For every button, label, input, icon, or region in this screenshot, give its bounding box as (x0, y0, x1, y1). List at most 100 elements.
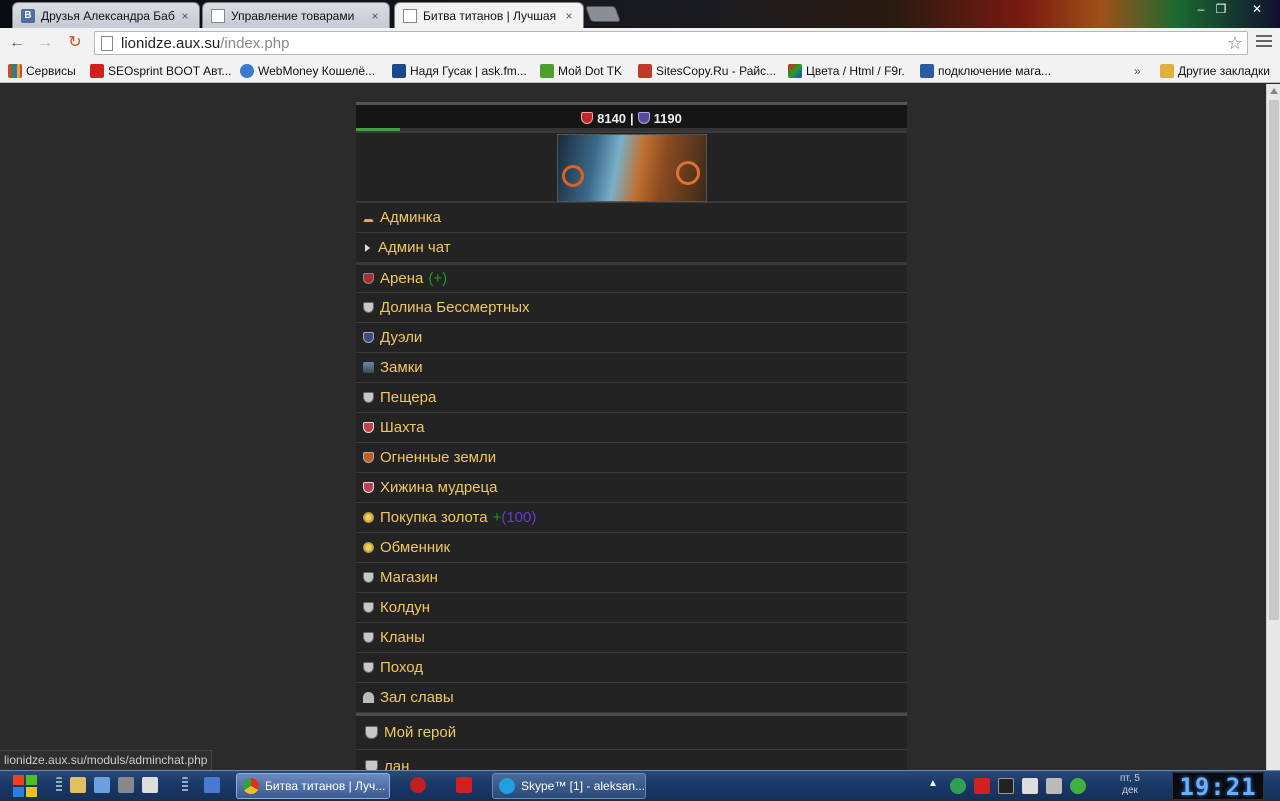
fire-shield-icon (363, 452, 374, 463)
resource-bar: 8140 | 1190 (356, 105, 907, 131)
block-icon[interactable] (410, 777, 426, 793)
valley-shield-icon (363, 302, 374, 313)
menu-item-label: Кланы (380, 629, 425, 646)
bookmark-sitescopy[interactable]: SitesCopy.Ru - Райс... (638, 62, 776, 79)
menu-item[interactable]: Огненные земли (356, 443, 907, 473)
tab-close-icon[interactable]: × (369, 9, 381, 23)
bookmark-shop-connect[interactable]: подключение мага... (920, 62, 1051, 79)
clock[interactable]: 19:21 (1172, 772, 1264, 801)
menu-item[interactable]: лан (356, 750, 907, 770)
menu-item-label: Обменник (380, 539, 451, 556)
bookmark-star-icon[interactable]: ☆ (1227, 32, 1243, 54)
chrome-icon (243, 778, 259, 794)
bookmark-webmoney[interactable]: WebMoney Кошелё... (240, 62, 375, 79)
menu-item[interactable]: Покупка золота + (100) (356, 503, 907, 533)
status-bubble: lionidze.aux.su/moduls/adminchat.php (0, 750, 213, 770)
forward-button[interactable]: → (34, 33, 56, 53)
tray-monitor-icon[interactable] (998, 778, 1014, 794)
menu-item-label: Мой герой (384, 724, 457, 741)
castle-icon (363, 362, 374, 373)
clans-shield-icon (363, 632, 374, 643)
bookmark-askfm[interactable]: Надя Гусак | ask.fm... (392, 62, 527, 79)
task-chrome[interactable]: Битва титанов | Луч... (236, 773, 390, 799)
menu-item[interactable]: Зал славы (356, 683, 907, 713)
tab-close-icon[interactable]: × (563, 9, 575, 23)
game-banner-image (557, 134, 707, 202)
download-icon[interactable] (94, 777, 110, 793)
tab-title: Друзья Александра Баби (41, 8, 175, 23)
mine-shield-icon (363, 422, 374, 433)
menu-item[interactable]: Админ чат (356, 233, 907, 263)
arrow-icon (365, 243, 370, 252)
bookmarks-bar: Сервисы SEOsprint BOOT Авт... WebMoney К… (0, 58, 1280, 83)
menu-item[interactable]: Поход (356, 653, 907, 683)
exchange-coin-icon (363, 542, 374, 553)
tab-product-management[interactable]: Управление товарами × (202, 2, 390, 28)
menu-item[interactable]: Замки (356, 353, 907, 383)
scrollbar-thumb[interactable] (1269, 100, 1279, 620)
tab-close-icon[interactable]: × (179, 9, 191, 23)
taskbar-grip-icon (182, 777, 188, 793)
address-bar[interactable]: lionidze.aux.su/index.php ☆ (94, 31, 1248, 55)
menu-item-label: Долина Бессмертных (380, 299, 530, 316)
vk-icon: В (21, 8, 35, 23)
volume-icon[interactable] (1046, 778, 1062, 794)
menu-item[interactable]: Кланы (356, 623, 907, 653)
opera-icon[interactable] (456, 777, 472, 793)
game-menu: Админка Админ чат Арена (+) Долина Бессмертн… (356, 203, 907, 770)
menu-item[interactable]: Магазин (356, 563, 907, 593)
menu-item[interactable]: Дуэли (356, 323, 907, 353)
colors-icon (788, 63, 802, 78)
tray-date[interactable]: пт, 5 дек (1110, 773, 1150, 797)
bookmarks-overflow-button[interactable]: » (1134, 62, 1141, 79)
tab-vk-friends[interactable]: В Друзья Александра Баби × (12, 2, 200, 28)
menu-item-count: (100) (501, 509, 537, 526)
menu-item-plus: + (492, 509, 502, 526)
clan-icon (365, 760, 378, 770)
youtube-icon (90, 63, 104, 78)
tray-network-icon[interactable] (1022, 778, 1038, 794)
askfm-icon (392, 63, 406, 78)
bookmark-dottk[interactable]: Мой Dot TK (540, 62, 622, 79)
menu-item[interactable]: Долина Бессмертных (356, 293, 907, 323)
menu-item-label: Покупка золота (380, 509, 488, 526)
menu-item-label: Арена (380, 270, 424, 287)
tanks-icon[interactable] (118, 777, 134, 793)
tray-e-icon[interactable] (950, 778, 966, 794)
start-button[interactable] (10, 772, 40, 800)
bookmark-colors[interactable]: Цвета / Html / F9r. (788, 62, 905, 79)
k-app-icon[interactable] (142, 777, 158, 793)
other-bookmarks[interactable]: Другие закладки (1160, 62, 1270, 79)
menu-item[interactable]: Мой герой (356, 716, 907, 750)
tray-expand-icon[interactable]: ▲ (928, 778, 938, 794)
tray-uk-flag-icon[interactable] (974, 778, 990, 794)
close-window-button[interactable]: ✕ (1236, 0, 1278, 18)
new-tab-button[interactable] (585, 6, 621, 22)
explorer-icon[interactable] (70, 777, 86, 793)
back-button[interactable]: ← (6, 33, 28, 53)
tab-battle-of-titans[interactable]: Битва титанов | Лучшая с × (394, 2, 584, 28)
menu-item[interactable]: Арена (+) (356, 263, 907, 293)
reload-button[interactable]: ↻ (64, 33, 86, 53)
page-scrollbar[interactable] (1266, 84, 1280, 770)
cave-shield-icon (363, 392, 374, 403)
bookmark-seosprint[interactable]: SEOsprint BOOT Авт... (90, 62, 231, 79)
menu-item[interactable]: Хижина мудреца (356, 473, 907, 503)
save-icon[interactable] (204, 777, 220, 793)
scroll-up-arrow-icon[interactable] (1270, 88, 1278, 94)
banner-emblem-left (562, 165, 584, 187)
page-viewport: 8140 | 1190 Админка Админ чат Арена (+) Доли… (0, 84, 1280, 770)
menu-item[interactable]: Колдун (356, 593, 907, 623)
menu-item-label: лан (384, 758, 410, 770)
bookmark-services[interactable]: Сервисы (8, 62, 76, 79)
chrome-menu-button[interactable] (1256, 35, 1272, 49)
menu-item[interactable]: Пещера (356, 383, 907, 413)
menu-item[interactable]: Шахта (356, 413, 907, 443)
menu-item[interactable]: Админка (356, 203, 907, 233)
url-text[interactable]: lionidze.aux.su/index.php (121, 35, 289, 52)
menu-item-label: Админ чат (378, 239, 451, 256)
menu-item[interactable]: Обменник (356, 533, 907, 563)
tray-update-icon[interactable] (1070, 778, 1086, 794)
task-skype[interactable]: Skype™ [1] - aleksan... (492, 773, 646, 799)
maximize-button[interactable]: ❐ (1206, 0, 1236, 18)
